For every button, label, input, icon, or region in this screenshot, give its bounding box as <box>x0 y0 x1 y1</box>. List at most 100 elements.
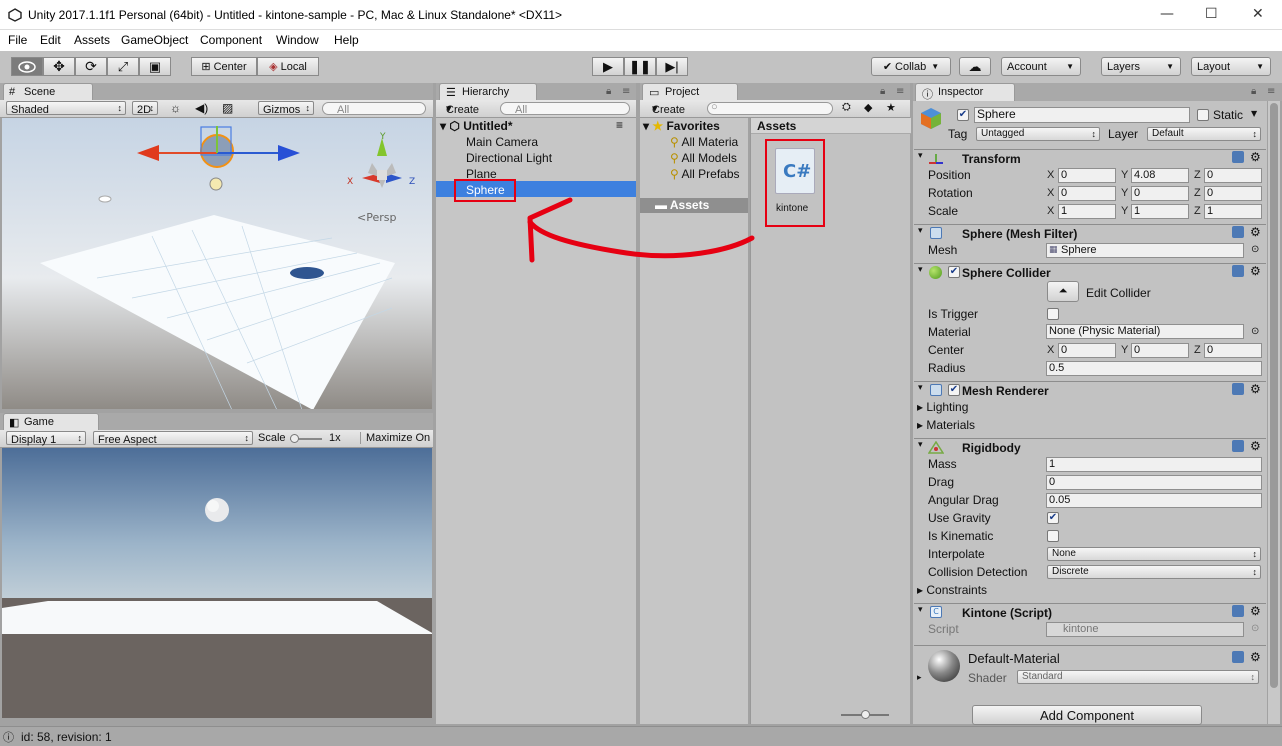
gizmos-dropdown[interactable]: Gizmos <box>258 101 314 116</box>
audio-toggle-icon[interactable]: ◀) <box>195 101 208 115</box>
tab-project[interactable]: ▭ Project <box>642 83 738 101</box>
mesh-filter-header[interactable]: ▾ Sphere (Mesh Filter) ⚙ <box>914 224 1266 242</box>
move-tool-button[interactable]: ✥ <box>43 57 75 76</box>
maximize-button[interactable]: ☐ <box>1205 6 1218 22</box>
panel-menu-icon[interactable]: ≡ <box>1267 86 1275 97</box>
inspector-scrollbar[interactable] <box>1268 101 1280 724</box>
pause-button[interactable]: ❚❚ <box>624 57 656 76</box>
effects-toggle-icon[interactable]: ▨ <box>222 101 233 115</box>
is-kinematic-checkbox[interactable] <box>1047 530 1059 542</box>
shading-dropdown[interactable]: Shaded <box>6 101 126 116</box>
fav-all-materials[interactable]: ⚲ All Materia <box>670 135 738 149</box>
scale-tool-button[interactable]: ⤢ <box>107 57 139 76</box>
physic-material-field[interactable]: None (Physic Material) <box>1046 324 1244 339</box>
rigidbody-header[interactable]: ▾ Rigidbody ⚙ <box>914 438 1266 456</box>
favorites-item[interactable]: ▾ ★ Favorites <box>643 119 720 133</box>
persp-label[interactable]: <Persp <box>357 211 396 224</box>
panel-menu-icon[interactable]: ≡ <box>622 86 630 97</box>
layout-dropdown[interactable]: Layout ▼ <box>1191 57 1271 76</box>
collab-dropdown[interactable]: ✔ Collab ▼ <box>871 57 951 76</box>
scale-y-field[interactable]: 1 <box>1131 204 1189 219</box>
center-x-field[interactable]: 0 <box>1058 343 1116 358</box>
materials-foldout[interactable]: ▸ Materials <box>917 418 975 432</box>
display-dropdown[interactable]: Display 1 <box>6 431 86 446</box>
filter-label-icon[interactable]: ◆ <box>864 101 872 114</box>
menu-component[interactable]: Component <box>200 33 262 47</box>
center-y-field[interactable]: 0 <box>1131 343 1189 358</box>
radius-field[interactable]: 0.5 <box>1046 361 1262 376</box>
maximize-on-play-toggle[interactable]: Maximize On <box>360 432 430 444</box>
shader-dropdown[interactable]: Standard <box>1017 670 1259 684</box>
menu-help[interactable]: Help <box>334 33 359 47</box>
fav-all-prefabs[interactable]: ⚲ All Prefabs <box>670 167 740 181</box>
gear-icon[interactable]: ⚙ <box>1250 225 1261 239</box>
lock-icon[interactable]: 🔒︎ <box>1251 86 1256 97</box>
lock-icon[interactable]: 🔒︎ <box>606 86 611 97</box>
mesh-renderer-header[interactable]: ▾ ✔ Mesh Renderer ⚙ <box>914 381 1266 399</box>
menu-edit[interactable]: Edit <box>40 33 61 47</box>
scale-x-field[interactable]: 1 <box>1058 204 1116 219</box>
foldout-icon[interactable]: ▾ <box>918 151 923 161</box>
gear-icon[interactable]: ⚙ <box>1250 439 1261 453</box>
object-picker-icon[interactable]: ⊙ <box>1251 326 1259 337</box>
transform-header[interactable]: ▾ Transform ⚙ <box>914 149 1266 167</box>
rect-tool-button[interactable]: ▣ <box>139 57 171 76</box>
scale-slider[interactable] <box>290 434 322 443</box>
scale-z-field[interactable]: 1 <box>1204 204 1262 219</box>
center-z-field[interactable]: 0 <box>1204 343 1262 358</box>
material-foldout-icon[interactable]: ▸ <box>917 673 922 683</box>
menu-assets[interactable]: Assets <box>74 33 110 47</box>
collision-detection-dropdown[interactable]: Discrete <box>1047 565 1261 579</box>
panel-menu-icon[interactable]: ≡ <box>896 86 904 97</box>
favorite-star-icon[interactable]: ★ <box>886 101 896 114</box>
step-button[interactable]: ▶| <box>656 57 688 76</box>
tab-inspector[interactable]: ⓘ Inspector <box>915 83 1015 101</box>
gear-icon[interactable]: ⚙ <box>1250 382 1261 396</box>
help-book-icon[interactable] <box>1232 383 1244 395</box>
hand-tool-button[interactable] <box>11 57 43 76</box>
add-component-button[interactable]: Add Component <box>972 705 1202 725</box>
foldout-icon[interactable]: ▾ <box>918 383 923 393</box>
foldout-icon[interactable]: ▾ <box>918 605 923 615</box>
menu-gameobject[interactable]: GameObject <box>121 33 188 47</box>
filter-type-icon[interactable]: ⛭ <box>842 101 851 114</box>
scene-viewport[interactable]: Y X Z <Persp <box>2 118 432 409</box>
scene-root-item[interactable]: ▾ ⬡ Untitled* <box>440 119 513 133</box>
sphere-collider-header[interactable]: ▾ ✔ Sphere Collider ⚙ <box>914 263 1266 281</box>
is-trigger-checkbox[interactable] <box>1047 308 1059 320</box>
tab-hierarchy[interactable]: ☰ Hierarchy <box>439 83 537 101</box>
rotation-z-field[interactable]: 0 <box>1204 186 1262 201</box>
object-picker-icon[interactable]: ⊙ <box>1251 244 1259 255</box>
rotation-y-field[interactable]: 0 <box>1131 186 1189 201</box>
help-book-icon[interactable] <box>1232 440 1244 452</box>
rotate-tool-button[interactable]: ⟳ <box>75 57 107 76</box>
gear-icon[interactable]: ⚙ <box>1250 150 1261 164</box>
game-viewport[interactable] <box>2 448 432 718</box>
pivot-center-button[interactable]: ⊞ Center <box>191 57 257 76</box>
foldout-icon[interactable]: ▾ <box>918 265 923 275</box>
lock-icon[interactable]: 🔒︎ <box>880 86 885 97</box>
scene-search-input[interactable]: All <box>322 102 426 116</box>
collider-enabled-checkbox[interactable]: ✔ <box>948 266 960 278</box>
position-y-field[interactable]: 4.08 <box>1131 168 1189 183</box>
layers-dropdown[interactable]: Layers ▼ <box>1101 57 1181 76</box>
pivot-local-button[interactable]: ◈ Local <box>257 57 319 76</box>
position-z-field[interactable]: 0 <box>1204 168 1262 183</box>
interpolate-dropdown[interactable]: None <box>1047 547 1261 561</box>
close-button[interactable]: ✕ <box>1252 6 1264 22</box>
fav-all-models[interactable]: ⚲ All Models <box>670 151 737 165</box>
constraints-foldout[interactable]: ▸ Constraints <box>917 583 987 597</box>
menu-file[interactable]: File <box>8 33 27 47</box>
object-name-field[interactable]: Sphere <box>974 107 1190 123</box>
position-x-field[interactable]: 0 <box>1058 168 1116 183</box>
scale-slider-thumb[interactable] <box>290 434 299 443</box>
gear-icon[interactable]: ⚙ <box>1250 650 1261 664</box>
edit-collider-button[interactable]: ⏶ <box>1047 281 1079 302</box>
help-book-icon[interactable] <box>1232 265 1244 277</box>
minimize-button[interactable]: — <box>1160 6 1174 22</box>
tag-dropdown[interactable]: Untagged <box>976 127 1100 141</box>
hierarchy-item-main-camera[interactable]: Main Camera <box>466 135 538 149</box>
help-book-icon[interactable] <box>1232 151 1244 163</box>
account-dropdown[interactable]: Account ▼ <box>1001 57 1081 76</box>
tab-game[interactable]: ◧ Game <box>3 413 99 431</box>
